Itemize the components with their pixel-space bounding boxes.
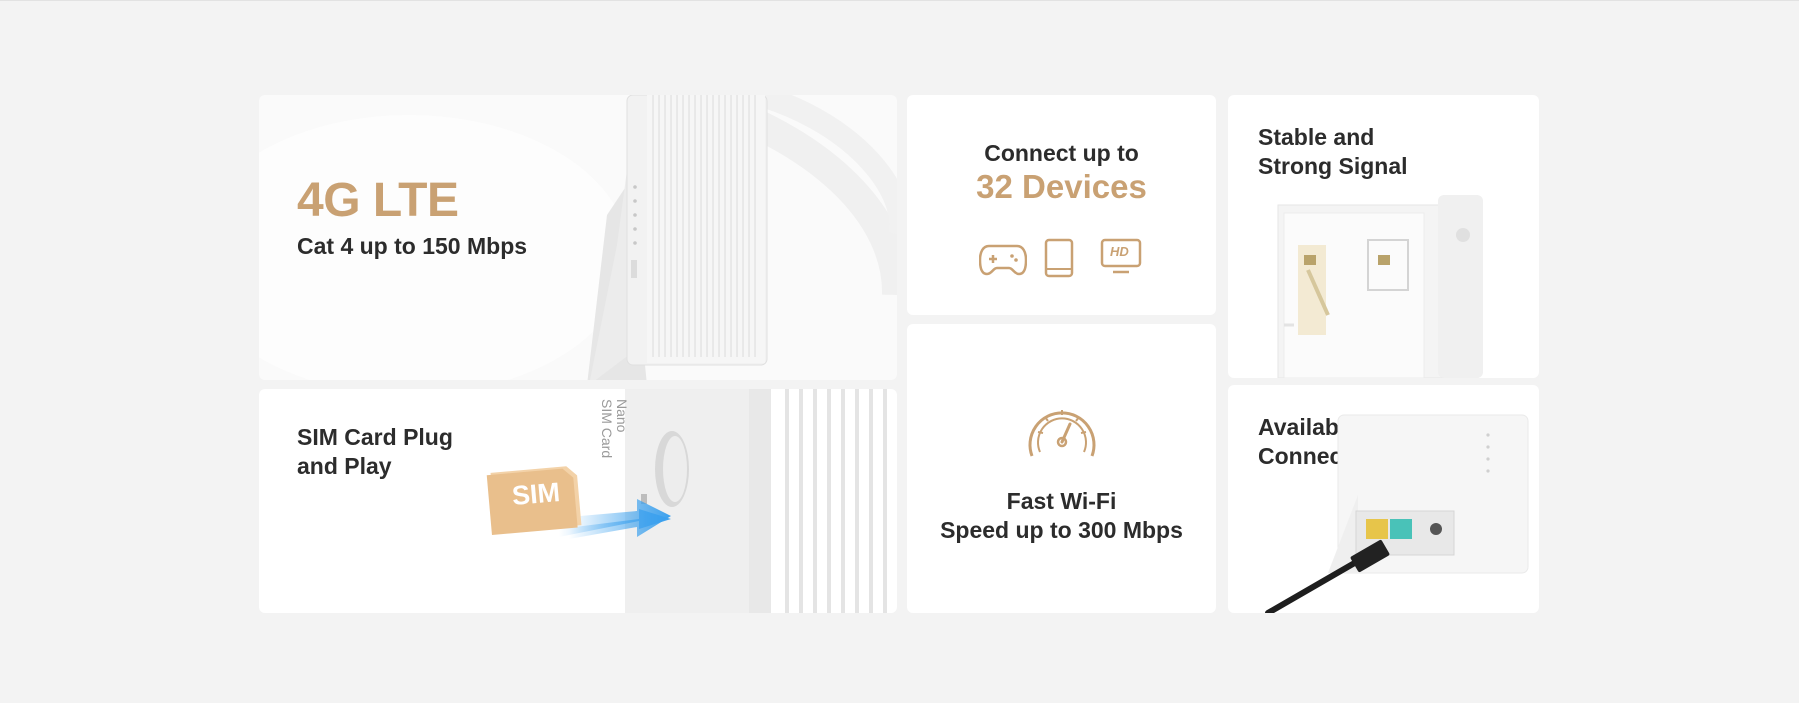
nano-sim-label-line2: SIM Card (599, 399, 615, 459)
nano-sim-label: Nano SIM Card (599, 399, 630, 459)
gamepad-icon (979, 244, 1027, 276)
router-internal-image (1277, 195, 1483, 378)
card-devices: Connect up to 32 Devices HD (907, 95, 1216, 315)
lte-subtitle: Cat 4 up to 150 Mbps (297, 233, 528, 259)
card-wan: Available WAN Connection (1228, 385, 1539, 613)
wifi-line2: Speed up to 300 Mbps (940, 517, 1183, 543)
devices-line1: Connect up to (984, 140, 1139, 166)
tablet-icon (1044, 238, 1074, 278)
hd-label: HD (1110, 244, 1129, 259)
sim-illustration (486, 389, 887, 613)
card-4g-lte: 4G LTE Cat 4 up to 150 Mbps (259, 95, 897, 380)
card-sim: SIM Card Plug and Play SIM Nano SIM Card (259, 389, 897, 613)
card-wifi: Fast Wi-Fi Speed up to 300 Mbps (907, 324, 1216, 613)
top-divider (0, 0, 1799, 1)
wifi-text: Fast Wi-Fi Speed up to 300 Mbps (907, 487, 1216, 545)
device-icons: HD (979, 238, 1149, 282)
lte-title: 4G LTE (297, 174, 459, 227)
speedometer-icon (1028, 410, 1096, 457)
devices-line2: 32 Devices (976, 168, 1147, 205)
card-signal: Stable and Strong Signal (1228, 95, 1539, 378)
nano-sim-label-line1: Nano (614, 399, 630, 433)
wifi-line1: Fast Wi-Fi (1006, 488, 1117, 514)
sim-card-label: SIM (510, 476, 562, 512)
router-image (587, 95, 768, 380)
router-wan-image (1265, 414, 1529, 613)
